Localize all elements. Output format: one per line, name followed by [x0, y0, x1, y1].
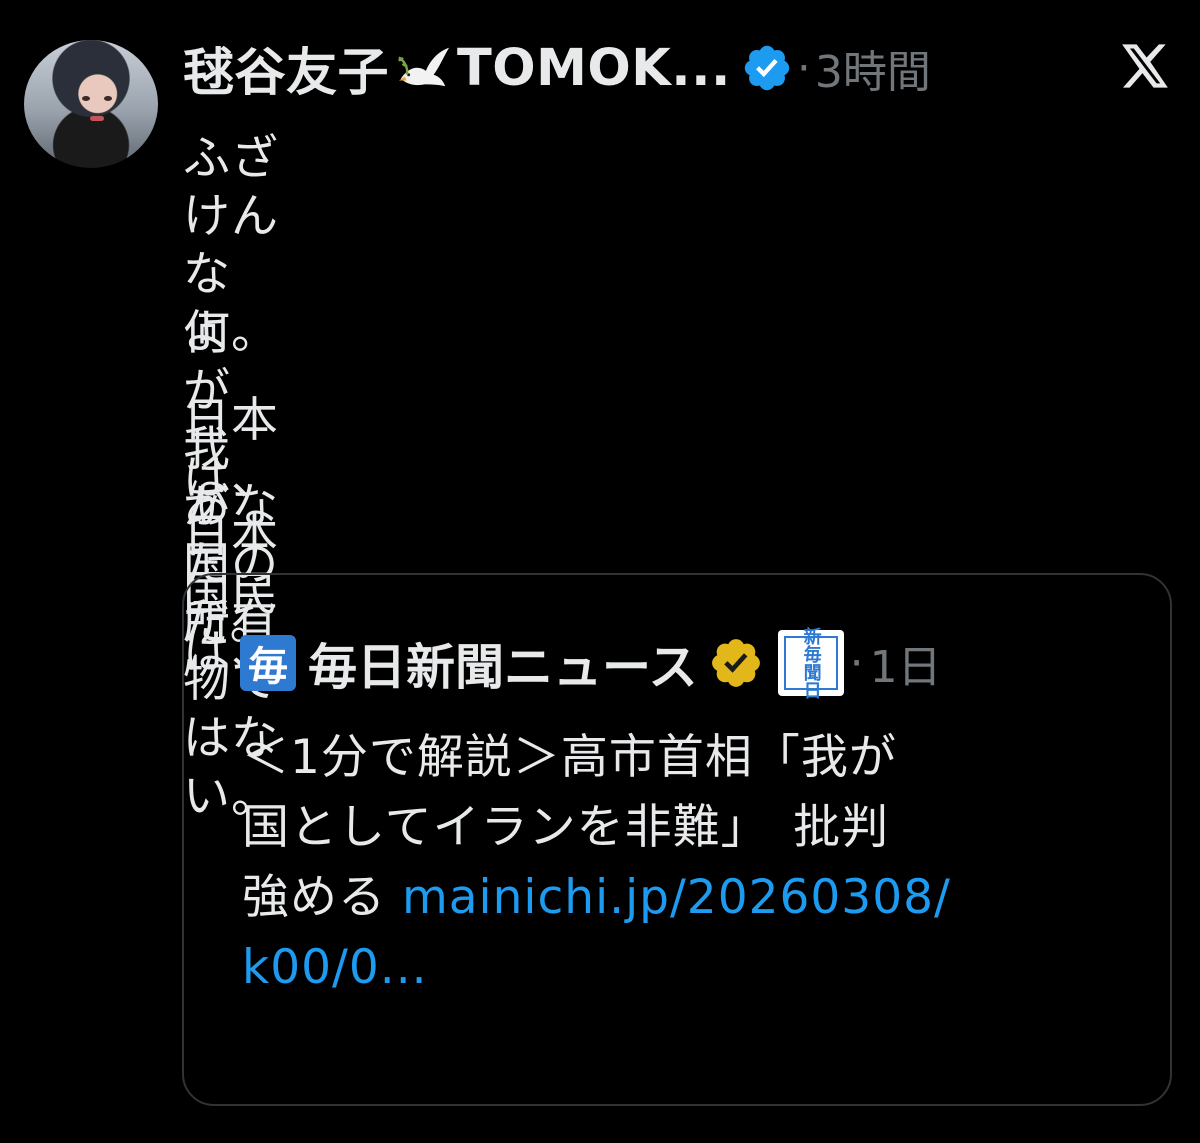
- tweet-header: 毬谷友子 TOMOK... · 3時間: [183, 26, 931, 110]
- quoted-tweet-card[interactable]: 毎 毎日新聞ニュース 新毎聞日 · 1日 ＜1分で解説＞高市首相「我が 国として…: [182, 573, 1172, 1106]
- avatar-mouth: [90, 116, 104, 121]
- quoted-separator-dot: ·: [849, 637, 864, 689]
- timestamp[interactable]: 3時間: [815, 36, 931, 100]
- tweet-body-line: 日本は、日本国民は、: [183, 393, 279, 680]
- quoted-body-line: ＜1分で解説＞高市首相「我が: [242, 730, 897, 785]
- mainichi-logo-small-icon: 毎: [240, 635, 296, 691]
- quoted-author-name[interactable]: 毎日新聞ニュース: [308, 628, 698, 699]
- mainichi-logo-text: 新毎聞日: [783, 627, 838, 699]
- quoted-body-line: 国としてイランを非難」 批判: [242, 800, 890, 855]
- quoted-body-text: 強める: [242, 870, 402, 925]
- tweet-body-line: あなたの所有物ではない。: [183, 479, 279, 824]
- dove-with-olive-branch-icon: [398, 47, 450, 87]
- author-name[interactable]: 毬谷友子: [183, 31, 389, 105]
- x-logo-icon[interactable]: [1118, 40, 1170, 92]
- avatar-eye: [82, 96, 90, 101]
- quoted-timestamp[interactable]: 1日: [870, 631, 942, 695]
- avatar-eye: [104, 96, 112, 101]
- avatar[interactable]: [24, 40, 158, 168]
- quoted-tweet-header: 毎 毎日新聞ニュース 新毎聞日 · 1日: [240, 627, 942, 699]
- tweet-body-line: ふざけんなよ。: [183, 131, 279, 360]
- separator-dot: ·: [796, 42, 811, 94]
- quoted-body-line: k00/0...: [242, 933, 1142, 1003]
- verified-badge-gold-icon: [711, 639, 760, 687]
- verified-badge-blue-icon: [744, 45, 790, 91]
- quoted-link[interactable]: mainichi.jp/20260308/: [402, 870, 951, 925]
- quoted-link-continued[interactable]: k00/0...: [242, 940, 428, 995]
- author-name-suffix[interactable]: TOMOK...: [457, 39, 731, 98]
- quoted-body-line: 強める mainichi.jp/20260308/: [242, 863, 1142, 933]
- tweet-body-line: 何が我が国だ。: [183, 306, 278, 651]
- mainichi-logo-icon: 新毎聞日: [777, 627, 844, 699]
- quoted-tweet-body: ＜1分で解説＞高市首相「我が 国としてイランを非難」 批判 強める mainic…: [242, 723, 1142, 1003]
